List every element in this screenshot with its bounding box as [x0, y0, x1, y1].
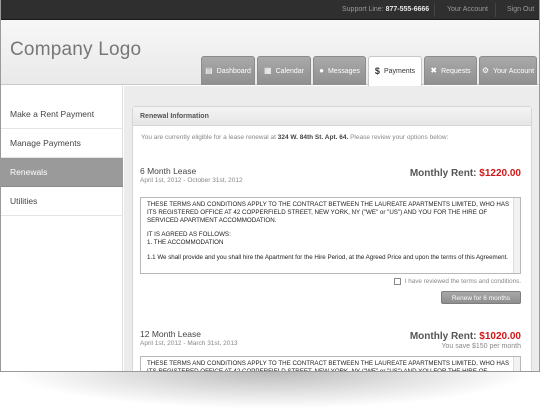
- renewal-panel: Renewal Information You are currently el…: [132, 106, 532, 372]
- page-shadow: [12, 370, 528, 408]
- support-line: Support Line: 877-555-6666: [342, 0, 429, 20]
- terms-text: IT IS AGREED AS FOLLOWS:: [147, 231, 231, 239]
- intro-address: 324 W. 84th St. Apt. 64.: [277, 134, 349, 141]
- intro-text: Please review your options below:: [350, 134, 449, 141]
- calendar-icon: ▦: [264, 66, 272, 75]
- renew-6-months-button[interactable]: Renew for 6 months: [440, 291, 521, 304]
- tab-dashboard[interactable]: ▤ Dashboard: [201, 56, 255, 85]
- tab-label: Your Account: [493, 67, 535, 75]
- lease-title: 12 Month Lease: [140, 329, 201, 339]
- tab-messages[interactable]: ● Messages: [313, 56, 366, 85]
- top-bar: Support Line: 877-555-6666 Your Account …: [1, 0, 539, 20]
- sign-out-link[interactable]: Sign Out: [507, 0, 534, 20]
- review-terms[interactable]: I have reviewed the terms and conditions…: [393, 278, 521, 285]
- header: Company Logo ▤ Dashboard ▦ Calendar ● Me…: [1, 20, 539, 86]
- tab-label: Payments: [383, 68, 416, 75]
- review-label: I have reviewed the terms and conditions…: [404, 278, 521, 285]
- rent-label: Monthly Rent:: [409, 168, 477, 179]
- sidebar-item-manage-payments[interactable]: Manage Payments: [1, 129, 123, 158]
- divider: [434, 3, 435, 17]
- rent-amount: $1020.00: [479, 331, 521, 342]
- your-account-link[interactable]: Your Account: [447, 0, 488, 20]
- tab-calendar[interactable]: ▦ Calendar: [257, 56, 311, 85]
- tools-icon: ✖: [430, 66, 438, 75]
- terms-box[interactable]: THESE TERMS AND CONDITIONS APPLY TO THE …: [140, 197, 521, 274]
- sidebar: Make a Rent Payment Manage Payments Rene…: [1, 86, 123, 371]
- renewal-intro: You are currently eligible for a lease r…: [141, 134, 448, 141]
- terms-text: THESE TERMS AND CONDITIONS APPLY TO THE …: [147, 360, 510, 372]
- support-phone[interactable]: 877-555-6666: [386, 6, 430, 13]
- support-label: Support Line:: [342, 6, 384, 13]
- panel-title: Renewal Information: [133, 107, 531, 126]
- lease-dates: April 1st, 2012 - October 31st, 2012: [140, 177, 243, 184]
- app-window: Support Line: 877-555-6666 Your Account …: [0, 0, 540, 372]
- messages-icon: ●: [319, 66, 324, 75]
- review-checkbox[interactable]: [393, 278, 401, 285]
- terms-text: 1.1 We shall provide and you shall hire …: [147, 253, 509, 261]
- terms-text: THESE TERMS AND CONDITIONS APPLY TO THE …: [147, 201, 510, 224]
- tab-payments[interactable]: $ Payments: [368, 56, 422, 86]
- sidebar-item-make-payment[interactable]: Make a Rent Payment: [1, 100, 123, 129]
- company-logo[interactable]: Company Logo: [10, 39, 141, 61]
- rent-label: Monthly Rent:: [409, 331, 477, 342]
- tab-label: Messages: [327, 67, 360, 75]
- tab-label: Requests: [441, 67, 471, 75]
- scrollbar[interactable]: [513, 198, 520, 273]
- tab-your-account[interactable]: ⚙ Your Account: [479, 56, 537, 85]
- gears-icon: ⚙: [481, 66, 490, 75]
- sidebar-item-utilities[interactable]: Utilities: [1, 187, 123, 216]
- scrollbar[interactable]: [513, 357, 520, 371]
- lease-dates: April 1st, 2012 - March 31st, 2013: [140, 340, 238, 347]
- intro-text: You are currently eligible for a lease r…: [141, 134, 276, 141]
- tab-requests[interactable]: ✖ Requests: [424, 56, 477, 85]
- tab-label: Dashboard: [216, 67, 251, 75]
- dashboard-icon: ▤: [205, 66, 213, 75]
- monthly-rent: Monthly Rent: $1020.00: [410, 331, 521, 342]
- lease-title: 6 Month Lease: [140, 166, 197, 176]
- tab-label: Calendar: [275, 67, 304, 75]
- sidebar-item-renewals[interactable]: Renewals: [1, 158, 123, 187]
- savings-note: You save $150 per month: [441, 343, 521, 350]
- terms-box[interactable]: THESE TERMS AND CONDITIONS APPLY TO THE …: [140, 356, 521, 372]
- terms-text: 1. THE ACCOMMODATION: [147, 239, 224, 247]
- monthly-rent: Monthly Rent: $1220.00: [410, 168, 521, 179]
- divider: [495, 3, 496, 17]
- dollar-icon: $: [374, 66, 380, 76]
- main-content: Renewal Information You are currently el…: [124, 86, 539, 372]
- rent-amount: $1220.00: [479, 168, 521, 179]
